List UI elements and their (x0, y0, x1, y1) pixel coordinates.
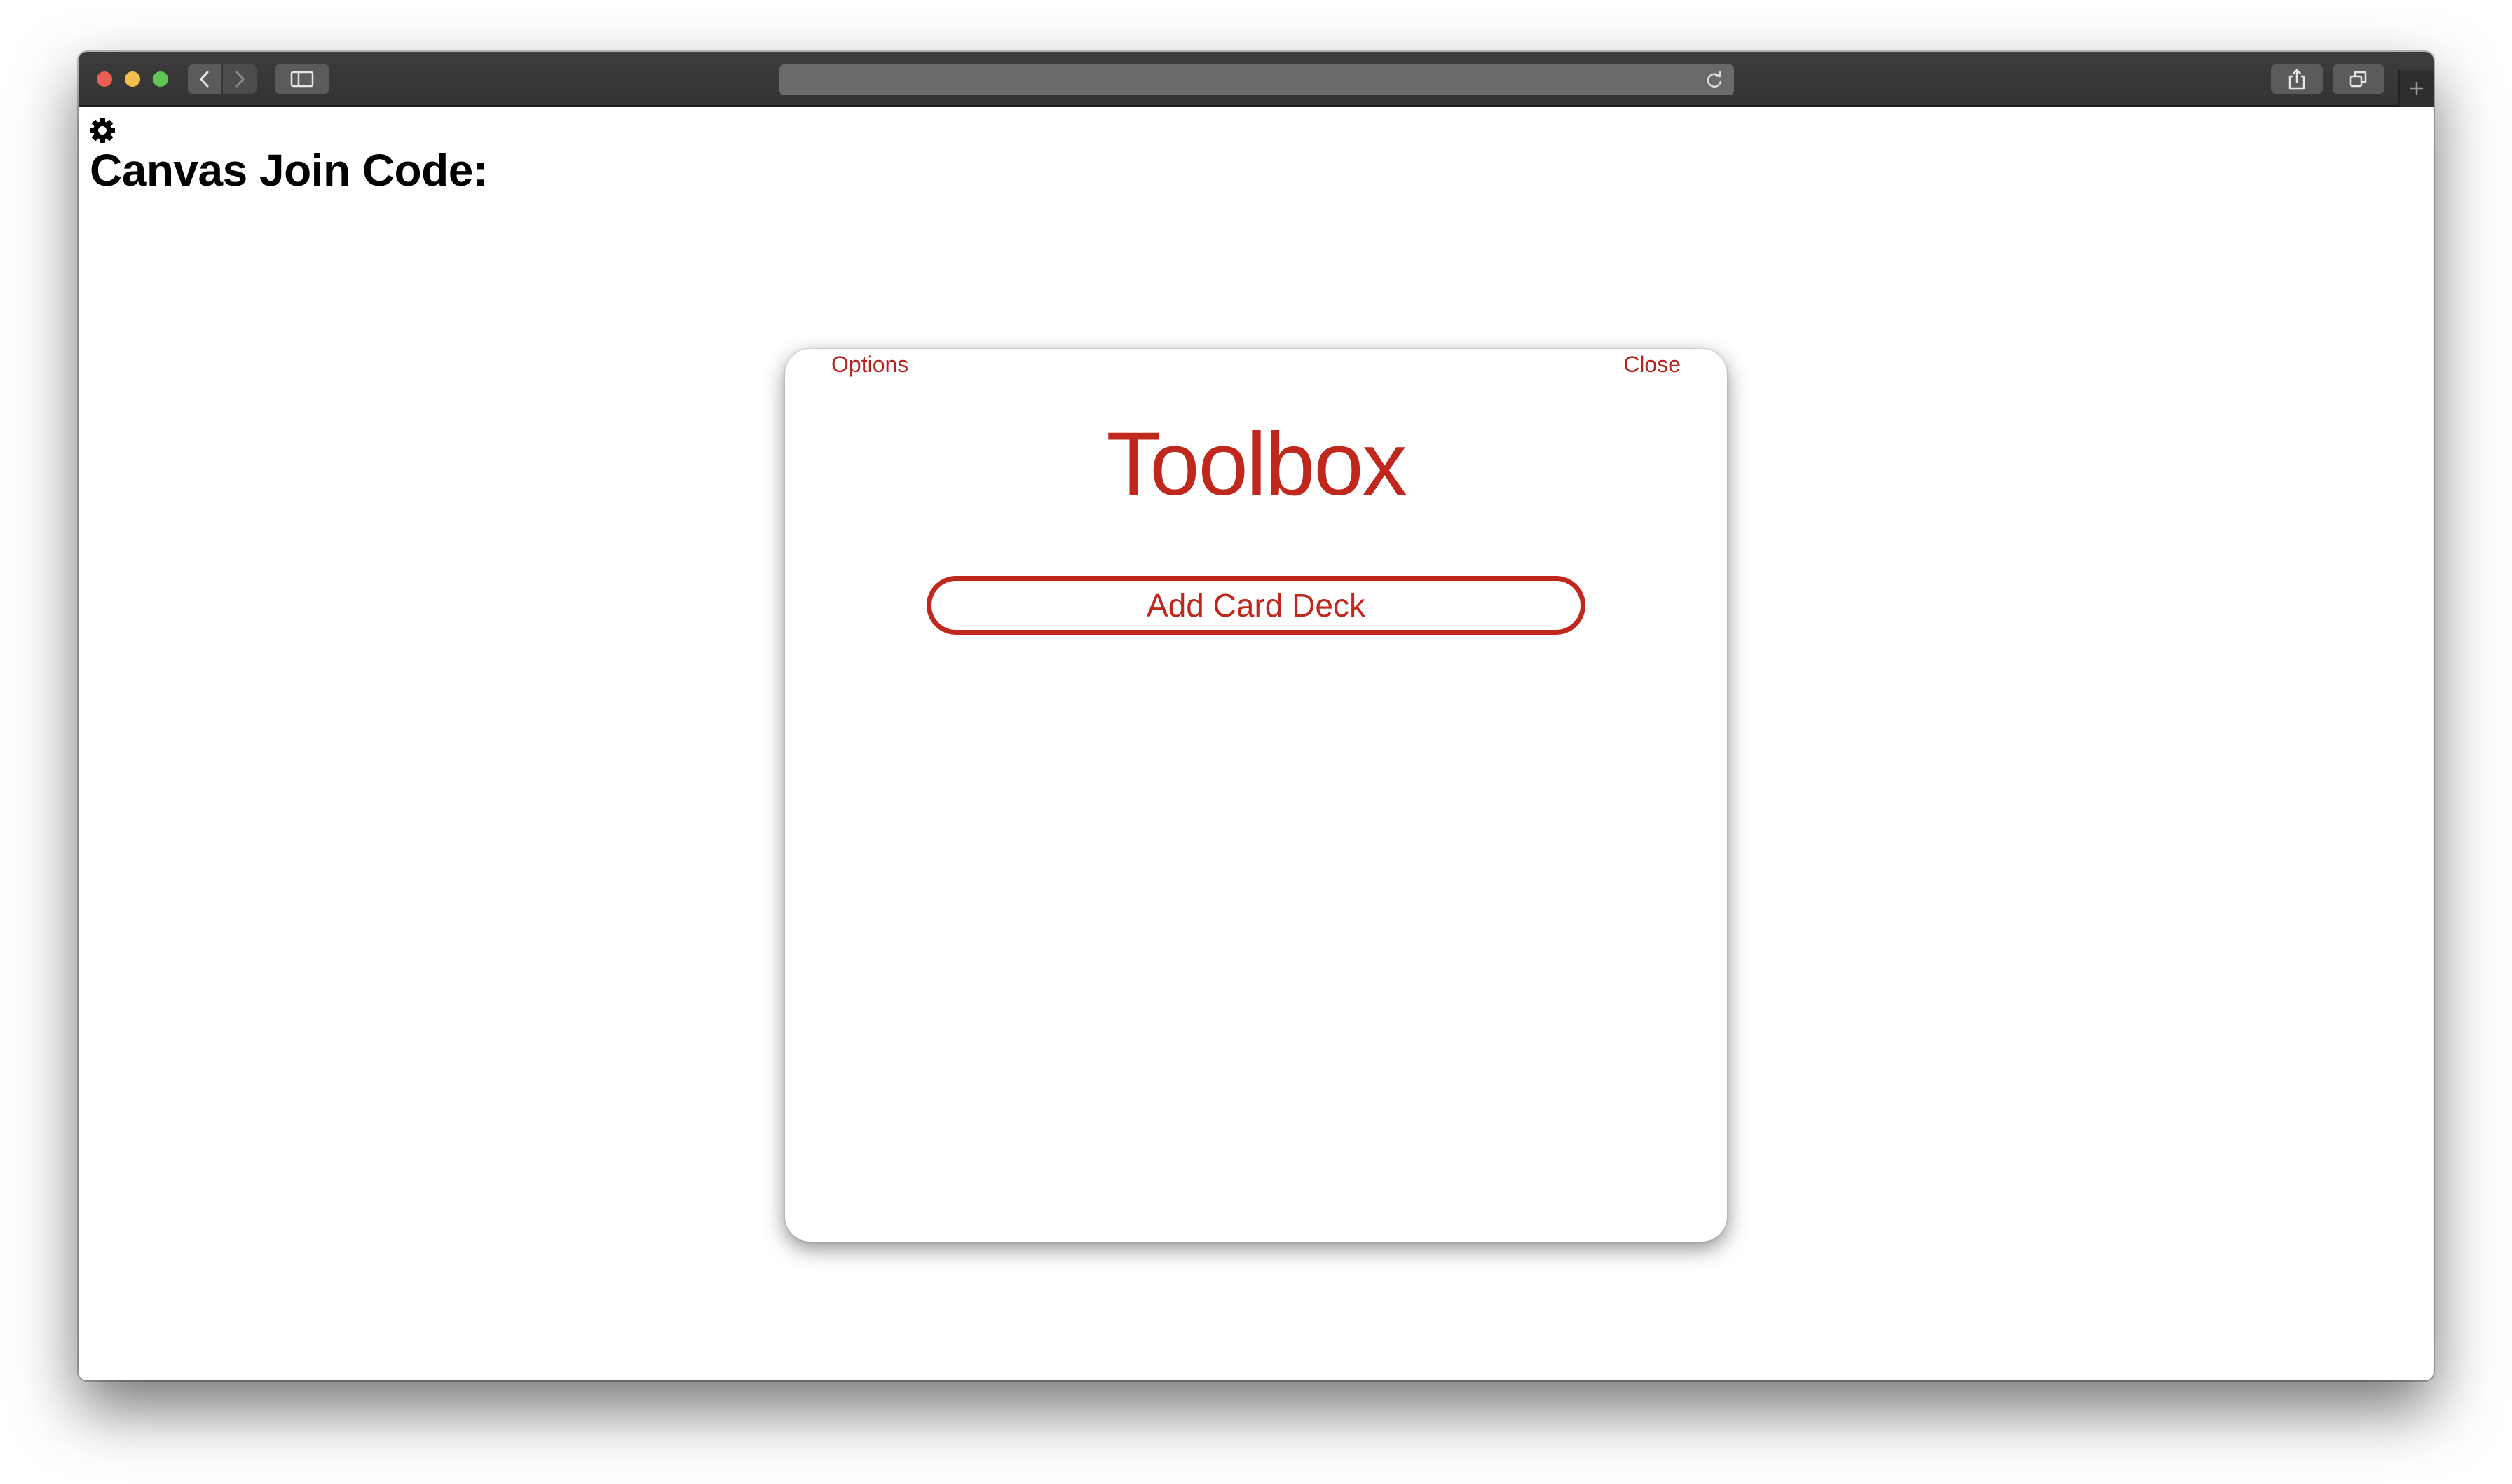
close-window-button[interactable] (97, 71, 112, 87)
sidebar-icon (290, 71, 314, 88)
options-link[interactable]: Options (831, 349, 908, 380)
tabs-overview-button[interactable] (2333, 64, 2384, 94)
browser-toolbar (78, 52, 2434, 107)
minimize-window-button[interactable] (125, 71, 140, 87)
close-link[interactable]: Close (1623, 349, 1681, 380)
gear-icon[interactable] (88, 116, 116, 144)
chevron-left-icon (200, 71, 209, 88)
page-content: Canvas Join Code: Options Close Toolbox … (78, 107, 2434, 1380)
back-button[interactable] (188, 64, 221, 94)
reload-icon[interactable] (1705, 70, 1724, 90)
plus-icon (2410, 82, 2423, 95)
share-icon (2288, 69, 2305, 90)
zoom-window-button[interactable] (153, 71, 168, 87)
dialog-title: Toolbox (1106, 414, 1407, 514)
sidebar-toggle-button[interactable] (275, 64, 329, 94)
add-card-deck-button[interactable]: Add Card Deck (927, 576, 1585, 635)
share-button[interactable] (2271, 64, 2323, 94)
browser-window: Canvas Join Code: Options Close Toolbox … (78, 52, 2434, 1380)
new-tab-button[interactable] (2398, 70, 2434, 107)
page-title: Canvas Join Code: (90, 145, 488, 195)
forward-button[interactable] (223, 64, 257, 94)
toolbox-dialog: Options Close Toolbox Add Card Deck (785, 349, 1727, 1242)
tabs-overview-icon (2349, 71, 2367, 88)
address-bar[interactable] (779, 64, 1734, 95)
chevron-right-icon (235, 71, 245, 88)
